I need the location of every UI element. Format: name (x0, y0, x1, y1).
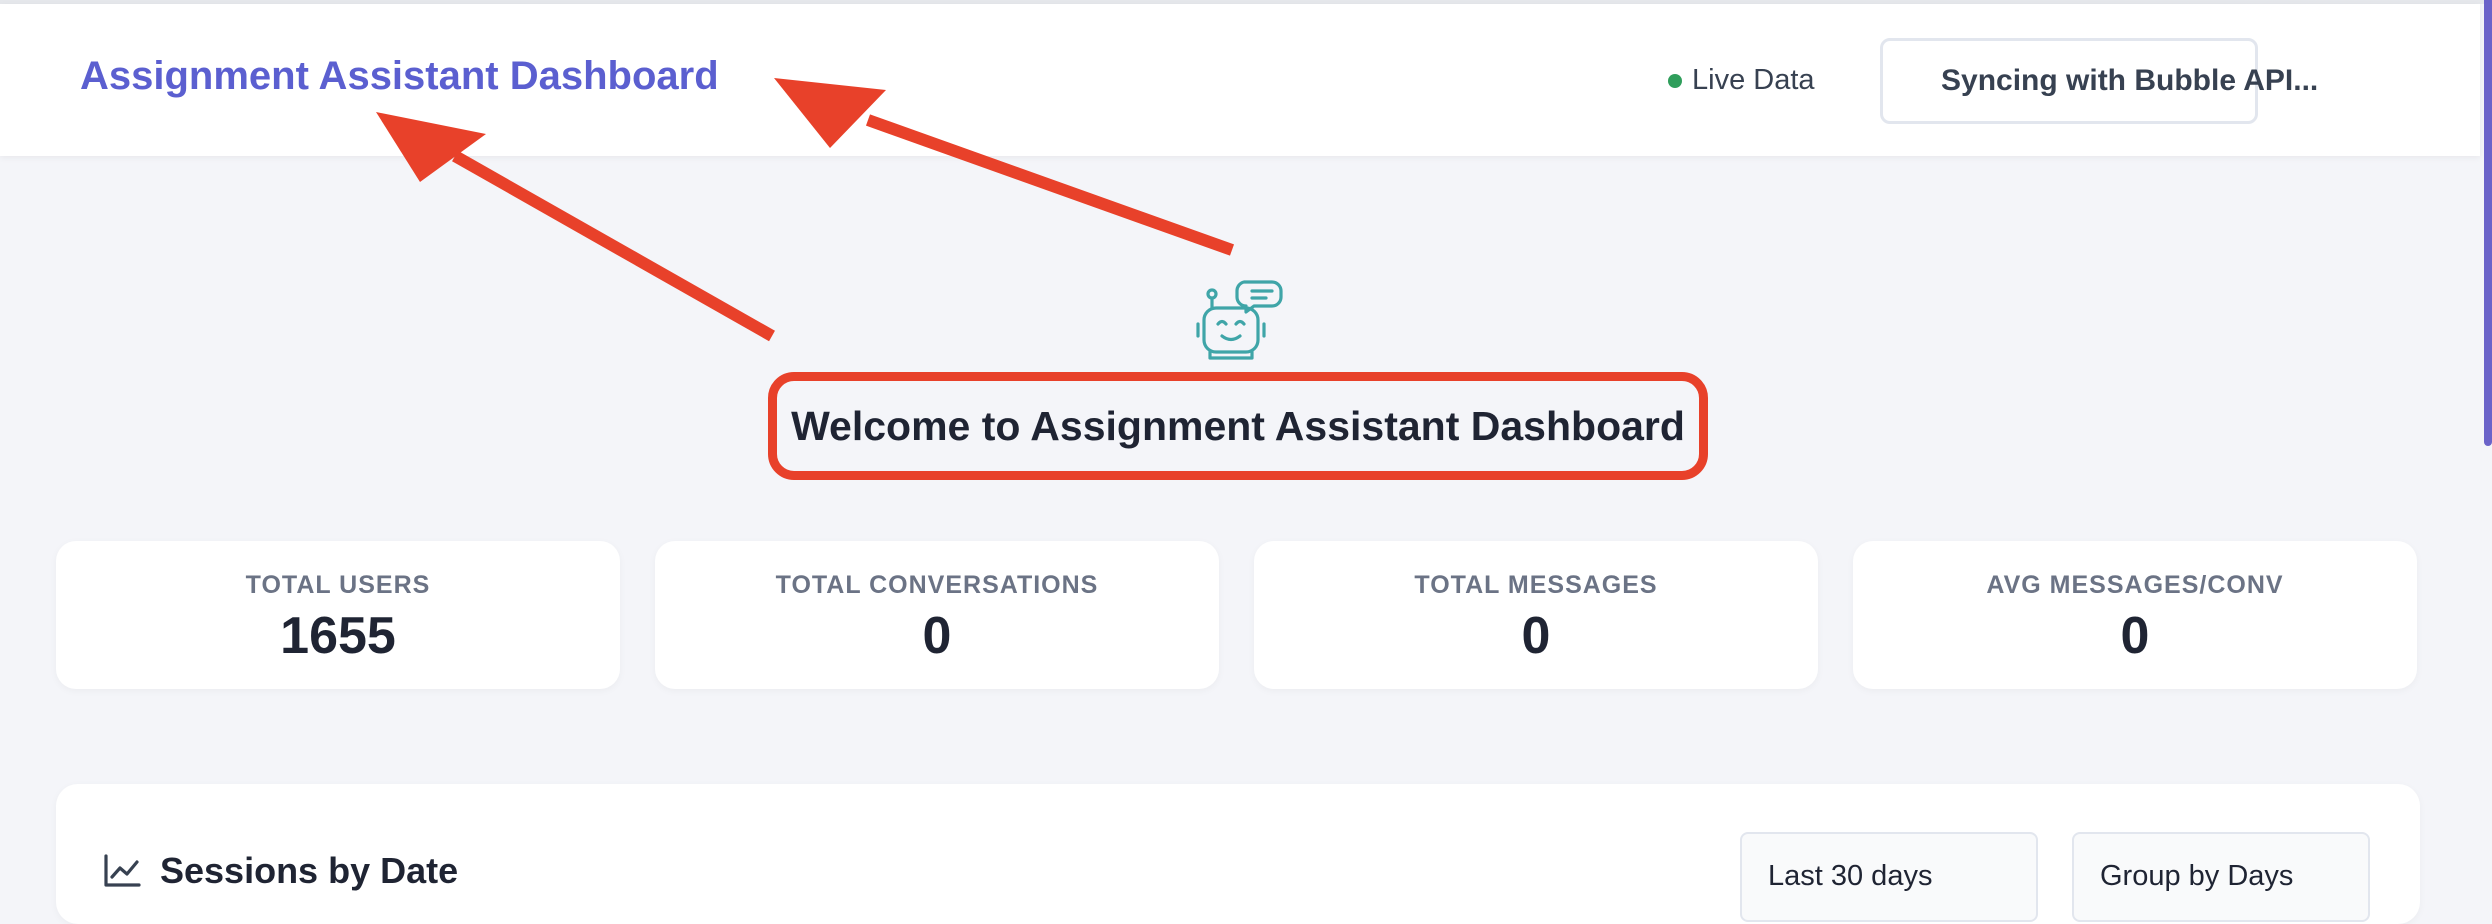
stat-label: TOTAL USERS (245, 571, 431, 599)
app-header: Assignment Assistant Dashboard Live Data… (0, 4, 2480, 156)
stat-card-avg-messages: AVG MESSAGES/CONV 0 (1853, 541, 2417, 689)
stat-value: 0 (2120, 607, 2150, 665)
sessions-panel: Sessions by Date Last 30 days Group by D… (56, 784, 2420, 924)
sync-button[interactable]: Syncing with Bubble API... (1880, 38, 2318, 124)
scrollbar-thumb[interactable] (2484, 0, 2492, 446)
stat-card-total-messages: TOTAL MESSAGES 0 (1254, 541, 1818, 689)
stat-label: AVG MESSAGES/CONV (1986, 571, 2284, 599)
live-indicator: Live Data (1668, 64, 1815, 97)
welcome-heading: Welcome to Assignment Assistant Dashboar… (791, 402, 1685, 449)
live-dot-icon (1668, 73, 1682, 88)
group-by-select[interactable]: Group by Days (2072, 832, 2370, 922)
stat-value: 1655 (280, 607, 396, 665)
stat-value: 0 (1521, 607, 1551, 665)
live-label: Live Data (1692, 64, 1815, 96)
sessions-title: Sessions by Date (160, 850, 459, 891)
sessions-header: Sessions by Date (102, 850, 458, 892)
stat-label: TOTAL CONVERSATIONS (775, 571, 1099, 599)
robot-chat-icon (1196, 280, 1283, 360)
stat-value: 0 (922, 607, 952, 665)
stat-card-total-conversations: TOTAL CONVERSATIONS 0 (655, 541, 1219, 689)
welcome-highlight-box: Welcome to Assignment Assistant Dashboar… (768, 372, 1708, 480)
line-chart-icon (104, 854, 141, 887)
sync-label: Syncing with Bubble API... (1941, 64, 2319, 97)
date-range-select[interactable]: Last 30 days (1740, 832, 2038, 922)
stat-label: TOTAL MESSAGES (1414, 571, 1658, 599)
stat-card-total-users: TOTAL USERS 1655 (56, 541, 620, 689)
annotation-arrow-left-line (452, 150, 775, 342)
app-title[interactable]: Assignment Assistant Dashboard (80, 54, 719, 99)
